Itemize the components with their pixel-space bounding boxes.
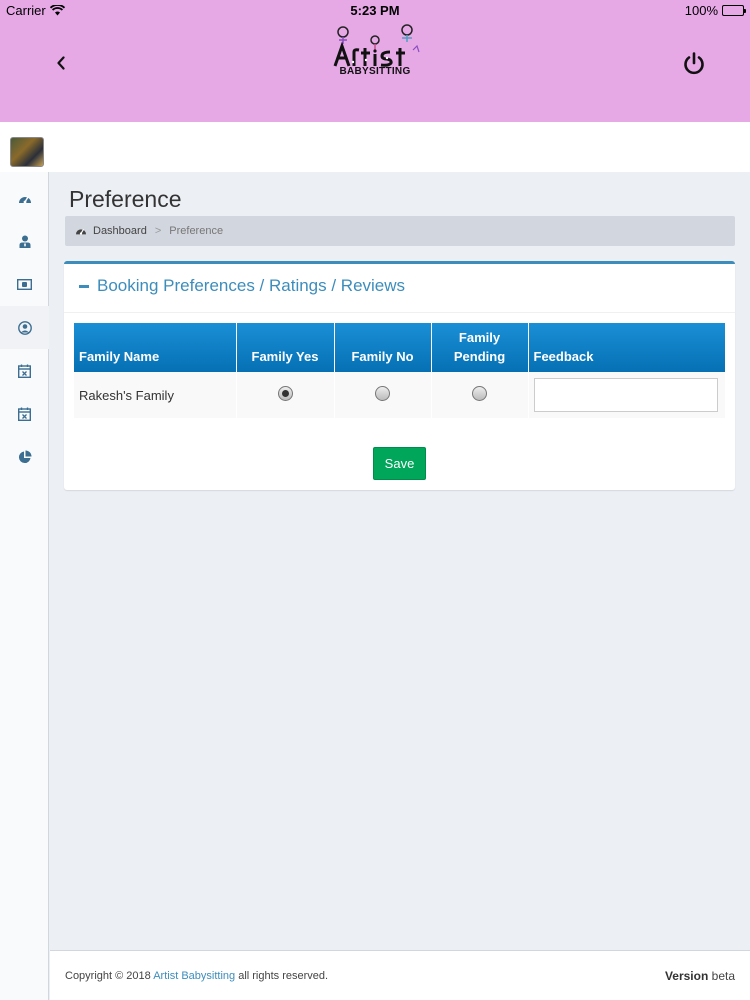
sidebar-item-dashboard[interactable] <box>0 177 49 220</box>
sidebar-item-users[interactable] <box>0 220 49 263</box>
sidebar-item-reports[interactable] <box>0 435 49 478</box>
user-tie-icon <box>19 235 30 248</box>
column-header-family-name: Family Name <box>74 323 237 372</box>
family-no-radio[interactable] <box>375 386 390 401</box>
battery-percent: 100% <box>684 3 718 18</box>
calendar-x-icon <box>18 407 31 421</box>
version-info: Version beta <box>665 969 735 983</box>
back-button[interactable] <box>48 50 74 76</box>
copyright-prefix: Copyright © 2018 <box>65 970 151 982</box>
breadcrumb-home-label: Dashboard <box>93 225 147 237</box>
dashboard-icon <box>76 229 86 235</box>
user-circle-icon <box>17 320 32 335</box>
column-header-family-no: Family No <box>334 323 432 372</box>
brand-link[interactable]: Artist Babysitting <box>153 970 235 982</box>
copyright-suffix: all rights reserved. <box>238 970 329 982</box>
column-header-family-pending-line1: Family <box>458 330 501 345</box>
sidebar <box>0 172 49 1000</box>
app-header: BABYSITTING <box>0 22 750 122</box>
family-yes-radio[interactable] <box>277 386 293 401</box>
column-header-family-yes: Family Yes <box>236 323 335 372</box>
table-row: Rakesh's Family <box>74 372 725 418</box>
status-bar: Carrier 5:23 PM 100% <box>0 0 750 22</box>
pie-chart-icon <box>18 450 31 463</box>
clock: 5:23 PM <box>350 3 400 18</box>
collapse-icon[interactable] <box>79 285 89 288</box>
copyright: Copyright © 2018 Artist Babysitting all … <box>65 970 328 982</box>
artist-babysitting-logo: BABYSITTING <box>325 22 425 84</box>
feedback-cell <box>528 372 725 418</box>
save-button[interactable]: Save <box>373 447 426 480</box>
logo-caption: BABYSITTING <box>339 66 411 77</box>
family-name-cell: Rakesh's Family <box>74 372 237 418</box>
breadcrumb: Dashboard > Preference <box>65 216 735 246</box>
dashboard-icon <box>18 196 31 203</box>
battery-info: 100% <box>684 3 746 18</box>
user-strip <box>0 122 750 172</box>
table-header-row: Family Name Family Yes Family No Family P… <box>74 323 725 372</box>
main-content: Preference Dashboard > Preference Bookin… <box>50 172 750 950</box>
logout-button[interactable] <box>680 50 708 78</box>
chevron-left-icon <box>57 56 65 70</box>
column-header-family-pending-line2: Pending <box>453 349 506 364</box>
family-pending-radio[interactable] <box>472 386 487 401</box>
page-title: Preference <box>69 186 182 212</box>
column-header-family-pending: Family Pending <box>431 323 529 372</box>
version-label: Version <box>664 969 709 983</box>
family-no-cell <box>334 372 432 418</box>
sidebar-item-payments[interactable] <box>0 263 49 306</box>
preferences-table: Family Name Family Yes Family No Family P… <box>74 323 725 418</box>
column-header-feedback: Feedback <box>528 323 725 372</box>
calendar-x-icon <box>18 364 31 378</box>
breadcrumb-separator: > <box>154 225 162 237</box>
avatar[interactable] <box>10 137 44 167</box>
box-header: Booking Preferences / Ratings / Reviews <box>64 264 735 313</box>
box-title: Booking Preferences / Ratings / Reviews <box>97 276 406 295</box>
sidebar-item-bookings[interactable] <box>0 349 49 392</box>
feedback-input[interactable] <box>533 378 718 412</box>
battery-icon <box>722 5 746 16</box>
sidebar-item-profile[interactable] <box>0 306 49 349</box>
money-icon <box>17 279 32 290</box>
breadcrumb-current: Preference <box>169 225 224 237</box>
sidebar-item-cancellations[interactable] <box>0 392 49 435</box>
family-yes-cell <box>236 372 335 418</box>
breadcrumb-dashboard-link[interactable]: Dashboard <box>75 225 147 237</box>
family-pending-cell <box>431 372 529 418</box>
footer: Copyright © 2018 Artist Babysitting all … <box>50 950 750 1000</box>
power-icon <box>684 52 704 75</box>
version-value: beta <box>711 969 735 983</box>
preferences-box: Booking Preferences / Ratings / Reviews … <box>64 261 735 490</box>
